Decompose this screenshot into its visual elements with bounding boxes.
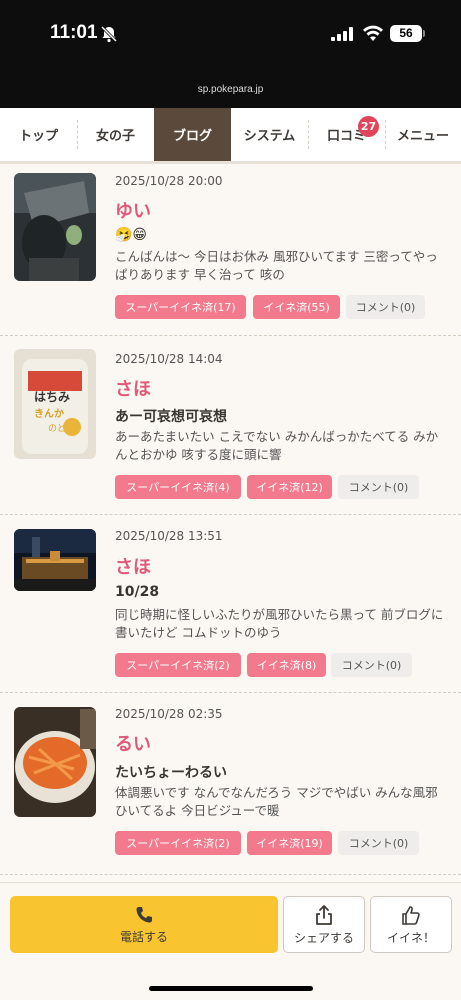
post-date: 2025/10/28 20:00 xyxy=(115,174,223,188)
post-excerpt: 同じ時期に怪しいふたりが風邪ひいたら黒って 前ブログに書いたけど コムドットのゆ… xyxy=(115,607,444,640)
super-like-button[interactable]: スーパーイイネ済(2) xyxy=(115,831,241,855)
post-date: 2025/10/28 13:51 xyxy=(115,529,223,543)
share-button[interactable]: シェアする xyxy=(283,896,365,953)
bottom-action-bar: 電話する シェアする イイネ！ xyxy=(0,882,461,1000)
super-like-button[interactable]: スーパーイイネ済(2) xyxy=(115,653,241,677)
like-button[interactable]: イイネ済(12) xyxy=(247,475,332,499)
status-bar: 11:01 56 sp.pokepara.jp xyxy=(0,0,461,108)
post-date: 2025/10/28 02:35 xyxy=(115,707,223,721)
post-excerpt: あーあたまいたい こえでない みかんばっかたべてる みかんとおかゆ 咳する度に頭… xyxy=(115,429,439,462)
blog-post[interactable]: はちみ きんか のど 2025/10/28 14:04 さほ あー可哀想可哀想 … xyxy=(0,336,461,515)
thumbnail-text-2: きんか xyxy=(34,408,64,420)
like-label: イイネ！ xyxy=(386,930,435,945)
tab-label: 女の子 xyxy=(95,129,135,144)
comment-button[interactable]: コメント(0) xyxy=(338,831,419,855)
post-thumbnail[interactable] xyxy=(14,707,96,817)
post-author[interactable]: さほ xyxy=(115,375,151,401)
reviews-count-badge: 27 xyxy=(358,116,379,137)
tab-top[interactable]: トップ xyxy=(0,108,77,161)
tab-system[interactable]: システム xyxy=(231,108,308,161)
tab-label: ブログ xyxy=(172,129,212,144)
share-icon xyxy=(316,904,332,925)
post-title: たいちょーわるい xyxy=(115,765,227,781)
tab-label: システム xyxy=(243,129,296,144)
comment-button[interactable]: コメント(0) xyxy=(331,653,412,677)
tab-girls[interactable]: 女の子 xyxy=(77,108,154,161)
post-thumbnail[interactable] xyxy=(14,173,96,281)
comment-button[interactable]: コメント(0) xyxy=(346,295,425,319)
tab-menu[interactable]: メニュー xyxy=(385,108,461,161)
post-title: 🤧😁 xyxy=(115,227,148,243)
bell-slash-icon xyxy=(100,25,118,43)
blog-post[interactable]: 2025/10/28 02:35 るい たいちょーわるい 体調悪いです なんでな… xyxy=(0,693,461,875)
tab-reviews[interactable]: 口コミ 27 xyxy=(308,108,385,161)
post-thumbnail[interactable]: はちみ きんか のど xyxy=(14,349,96,459)
super-like-button[interactable]: スーパーイイネ済(4) xyxy=(115,475,241,499)
blog-post[interactable]: 2025/10/28 20:00 ゆい 🤧😁 こんばんは〜 今日はお休み 風邪ひ… xyxy=(0,164,461,336)
thumbnail-text-1: はちみ xyxy=(34,390,70,404)
clock-time: 11:01 xyxy=(50,22,98,43)
nav-tabs: トップ 女の子 ブログ システム 口コミ 27 メニュー xyxy=(0,108,461,164)
like-button[interactable]: イイネ済(55) xyxy=(253,295,340,319)
share-label: シェアする xyxy=(293,930,354,945)
post-author[interactable]: さほ xyxy=(115,553,151,579)
call-label: 電話する xyxy=(119,929,168,944)
super-like-button[interactable]: スーパーイイネ済(17) xyxy=(115,295,246,319)
home-indicator[interactable] xyxy=(149,986,313,991)
wifi-icon xyxy=(363,25,383,41)
phone-icon xyxy=(136,906,152,922)
tab-blog[interactable]: ブログ xyxy=(154,108,231,161)
tab-label: トップ xyxy=(18,129,58,144)
post-excerpt: こんばんは〜 今日はお休み 風邪ひいてます 三密ってやっぱりあります 早く治って… xyxy=(115,249,438,282)
post-title: 10/28 xyxy=(115,584,160,600)
like-button[interactable]: イイネ済(8) xyxy=(247,653,326,677)
post-author[interactable]: るい xyxy=(115,730,151,756)
post-date: 2025/10/28 14:04 xyxy=(115,352,223,366)
call-button[interactable]: 電話する xyxy=(10,896,278,953)
blog-post[interactable]: 2025/10/28 13:51 さほ 10/28 同じ時期に怪しいふたりが風邪… xyxy=(0,515,461,693)
tab-label: メニュー xyxy=(396,129,449,144)
battery-indicator: 56 xyxy=(390,25,422,42)
post-author[interactable]: ゆい xyxy=(115,197,151,223)
thumbs-up-icon xyxy=(402,905,420,925)
post-thumbnail[interactable] xyxy=(14,529,96,591)
post-title: あー可哀想可哀想 xyxy=(115,409,227,425)
like-button[interactable]: イイネ済(19) xyxy=(247,831,332,855)
page-url[interactable]: sp.pokepara.jp xyxy=(0,84,461,95)
like-page-button[interactable]: イイネ！ xyxy=(370,896,452,953)
battery-tip xyxy=(423,30,425,37)
comment-button[interactable]: コメント(0) xyxy=(338,475,419,499)
post-excerpt: 体調悪いです なんでなんだろう マジでやばい みんな風邪ひいてるよ 今日ビジュー… xyxy=(115,785,438,818)
cellular-signal-icon xyxy=(331,27,353,41)
